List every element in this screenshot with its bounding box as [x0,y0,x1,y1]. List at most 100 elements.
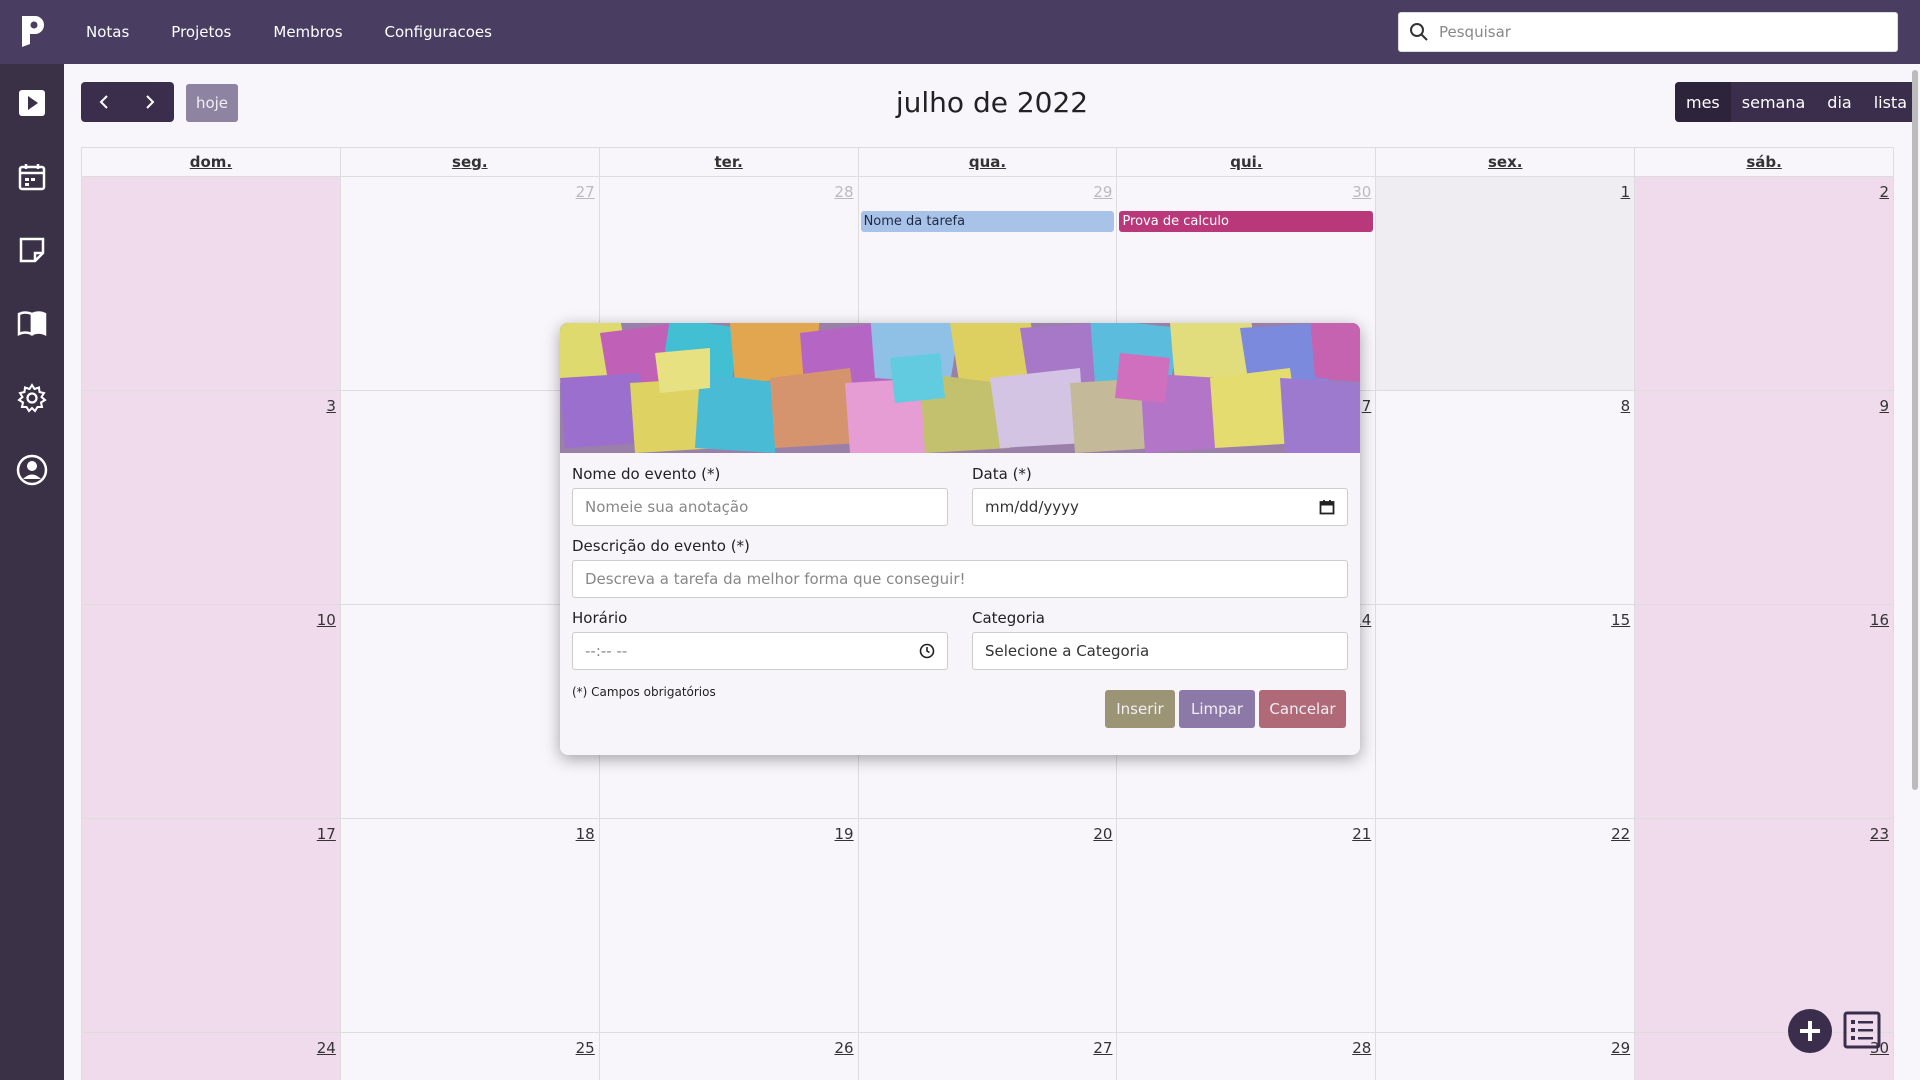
weekday-wed[interactable]: qua. [859,148,1118,176]
scrollbar[interactable] [1910,64,1920,794]
gear-icon[interactable] [14,380,50,416]
weekday-thu[interactable]: qui. [1117,148,1377,176]
weekday-fri[interactable]: sex. [1376,148,1636,176]
day-number[interactable]: 8 [1621,397,1631,415]
search-icon [1399,12,1439,52]
cancel-button[interactable]: Cancelar [1259,690,1346,728]
day-number[interactable]: 9 [1879,397,1889,415]
day-number[interactable]: 28 [834,183,853,201]
day-number[interactable]: 7 [1362,397,1372,415]
day-cell[interactable]: 9 [1635,391,1894,604]
day-cell[interactable]: 23 [1635,819,1894,1032]
day-number[interactable]: 19 [834,825,853,843]
day-cell[interactable]: 3 [82,391,341,604]
weekday-tue[interactable]: ter. [600,148,859,176]
day-cell[interactable]: 8 [1376,391,1636,604]
event-nome-da-tarefa[interactable]: Nome da tarefa [860,211,1115,232]
time-placeholder: --:-- -- [585,642,628,660]
day-number[interactable]: 30 [1352,183,1371,201]
day-number[interactable]: 24 [317,1039,336,1057]
sticky-note-icon[interactable] [14,232,50,268]
calendar-icon[interactable] [14,159,50,195]
nav-link-projetos[interactable]: Projetos [171,23,231,41]
view-day-button[interactable]: dia [1816,82,1862,122]
weekday-header: dom. seg. ter. qua. qui. sex. sáb. [82,148,1893,176]
day-number[interactable]: 17 [317,825,336,843]
day-number[interactable]: 18 [576,825,595,843]
clear-button[interactable]: Limpar [1179,690,1255,728]
scrollbar-thumb[interactable] [1912,70,1918,790]
sticky-notes-banner-image [560,323,1360,453]
day-number[interactable]: 22 [1611,825,1630,843]
description-label: Descrição do evento (*) [572,537,750,555]
day-number[interactable]: 1 [1621,183,1631,201]
time-input[interactable]: --:-- -- [572,632,948,670]
app-logo[interactable] [20,14,46,48]
day-number[interactable]: 28 [1352,1039,1371,1057]
event-name-input[interactable]: Nomeie sua anotação [572,488,948,526]
required-fields-note: (*) Campos obrigatórios [572,685,716,699]
day-cell[interactable]: 21 [1117,819,1377,1032]
sidebar [0,64,64,1080]
category-label: Categoria [972,609,1046,627]
day-number[interactable]: 21 [1352,825,1371,843]
date-input[interactable]: mm/dd/yyyy [972,488,1348,526]
insert-button[interactable]: Inserir [1105,690,1175,728]
category-select[interactable]: Selecione a Categoria [972,632,1348,670]
day-number[interactable]: 26 [834,1039,853,1057]
day-number[interactable]: 27 [576,183,595,201]
description-input[interactable]: Descreva a tarefa da melhor forma que co… [572,560,1348,598]
day-cell[interactable]: 16 [1635,605,1894,818]
top-navbar: Notas Projetos Membros Configuracoes [0,0,1920,64]
search-input[interactable] [1439,23,1897,41]
add-event-button[interactable] [1788,1009,1832,1053]
user-account-icon[interactable] [14,452,50,488]
view-week-button[interactable]: semana [1731,82,1817,122]
day-number[interactable]: 29 [1611,1039,1630,1057]
weekday-sat[interactable]: sáb. [1635,148,1893,176]
nav-link-configuracoes[interactable]: Configuracoes [385,23,492,41]
day-number[interactable]: 15 [1611,611,1630,629]
play-icon[interactable] [14,85,50,121]
day-number[interactable]: 27 [1093,1039,1112,1057]
plus-icon [1800,1021,1820,1041]
day-cell[interactable]: 29 [1376,1033,1636,1080]
day-cell[interactable]: 20 [858,819,1118,1032]
day-cell[interactable]: 27 [858,1033,1118,1080]
day-cell[interactable]: 19 [599,819,859,1032]
book-icon[interactable] [14,305,50,341]
weekday-sun[interactable]: dom. [82,148,341,176]
top-nav-links: Notas Projetos Membros Configuracoes [64,0,512,64]
day-cell[interactable]: 15 [1376,605,1636,818]
day-cell[interactable]: 24 [82,1033,341,1080]
view-month-button[interactable]: mes [1675,82,1731,122]
day-number[interactable]: 16 [1870,611,1889,629]
day-number[interactable]: 20 [1093,825,1112,843]
day-number[interactable]: 3 [326,397,336,415]
event-prova-de-calculo[interactable]: Prova de calculo [1119,211,1374,232]
clock-icon[interactable] [919,643,935,659]
day-cell[interactable]: 2 [1635,177,1894,390]
list-view-button[interactable] [1842,1010,1882,1050]
nav-link-membros[interactable]: Membros [273,23,342,41]
day-cell[interactable]: 28 [1117,1033,1377,1080]
day-number[interactable]: 10 [317,611,336,629]
day-cell[interactable]: 18 [340,819,600,1032]
calendar-picker-icon[interactable] [1319,499,1335,515]
day-cell[interactable]: 26 [599,1033,859,1080]
day-number[interactable]: 25 [576,1039,595,1057]
day-cell[interactable]: 22 [1376,819,1636,1032]
day-number[interactable]: 29 [1093,183,1112,201]
day-cell[interactable]: 25 [340,1033,600,1080]
day-cell[interactable]: 17 [82,819,341,1032]
day-cell[interactable]: 10 [82,605,341,818]
search-box [1398,12,1898,52]
day-cell[interactable] [82,177,341,390]
weekday-mon[interactable]: seg. [341,148,600,176]
day-cell-today[interactable]: 1 [1376,177,1636,390]
week-row: 17 18 19 20 21 22 23 [82,818,1894,1032]
day-number[interactable]: 2 [1879,183,1889,201]
event-name-label: Nome do evento (*) [572,465,721,483]
day-number[interactable]: 23 [1870,825,1889,843]
nav-link-notas[interactable]: Notas [86,23,129,41]
